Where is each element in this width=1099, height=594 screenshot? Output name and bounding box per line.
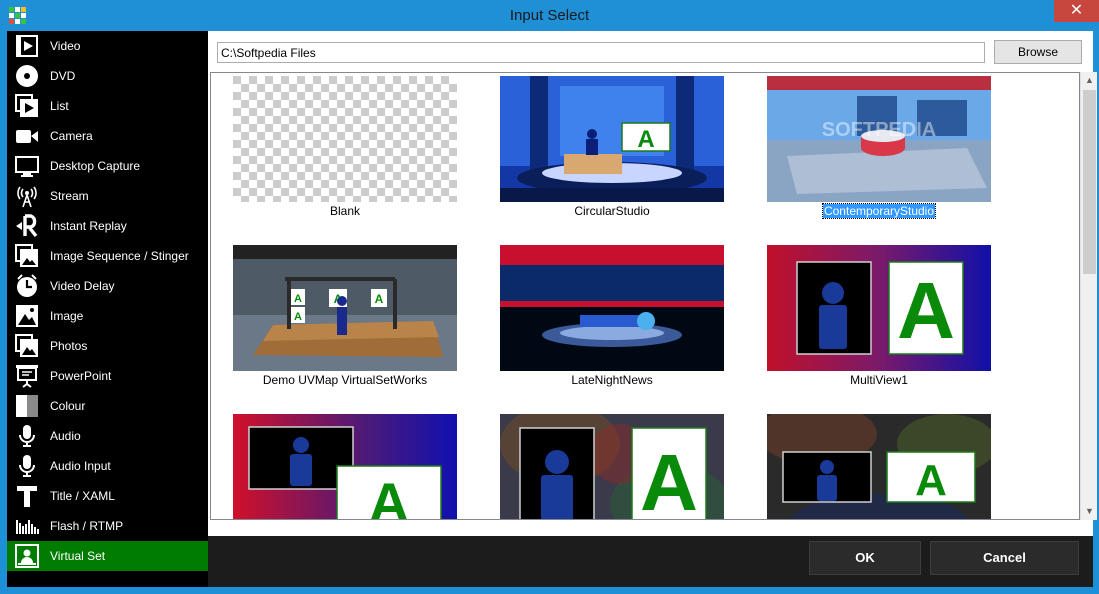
- thumbnail: [500, 245, 724, 371]
- sidebar-item-audio[interactable]: Audio: [7, 421, 208, 451]
- title-icon: [17, 486, 37, 507]
- sidebar-item-label: DVD: [50, 69, 76, 83]
- sidebar-item-video-delay[interactable]: Video Delay: [7, 271, 208, 301]
- sidebar-item-label: List: [50, 99, 69, 113]
- replay-icon: [16, 214, 38, 238]
- thumbnail: A: [767, 245, 991, 371]
- flash-icon: [16, 520, 39, 534]
- sidebar-item-label: Audio Input: [50, 459, 111, 473]
- svg-text:A: A: [294, 311, 302, 323]
- watermark-text: SOFTPEDIA: [822, 119, 936, 141]
- sidebar-item-image[interactable]: Image: [7, 301, 208, 331]
- thumbnail: [233, 76, 457, 202]
- scroll-up-icon[interactable]: ▲: [1081, 72, 1098, 89]
- sidebar-item-image-sequence[interactable]: Image Sequence / Stinger: [7, 241, 208, 271]
- scrollbar-thumb[interactable]: [1083, 90, 1096, 274]
- sidebar-item-list[interactable]: List: [7, 91, 208, 121]
- image-sequence-icon: [15, 244, 38, 267]
- virtual-set-icon: [15, 544, 39, 568]
- sidebar-item-label: PowerPoint: [50, 369, 112, 383]
- svg-text:A: A: [375, 292, 384, 306]
- ok-button[interactable]: OK: [809, 541, 921, 575]
- tile-caption: MultiView1: [850, 373, 908, 387]
- sidebar-item-video[interactable]: Video: [7, 31, 208, 61]
- microphone-icon: [19, 455, 35, 477]
- window-title: Input Select: [509, 7, 590, 24]
- path-input[interactable]: [217, 42, 985, 63]
- sidebar-item-photos[interactable]: Photos: [7, 331, 208, 361]
- sidebar-item-label: Audio: [50, 429, 81, 443]
- sidebar-item-label: Flash / RTMP: [50, 519, 124, 533]
- tile-caption: LateNightNews: [571, 373, 653, 387]
- cancel-button[interactable]: Cancel: [930, 541, 1079, 575]
- sidebar-item-audio-input[interactable]: Audio Input: [7, 451, 208, 481]
- sidebar-item-colour[interactable]: Colour: [7, 391, 208, 421]
- thumbnail: A: [500, 76, 724, 202]
- stream-icon: [17, 186, 37, 208]
- tile-caption: Demo UVMap VirtualSetWorks: [262, 373, 428, 387]
- browse-button[interactable]: Browse: [994, 40, 1082, 64]
- svg-text:A: A: [897, 266, 955, 355]
- thumbnail: A: [500, 414, 724, 520]
- main-panel: Browse Blank: [208, 31, 1097, 536]
- sidebar-item-label: Instant Replay: [50, 219, 127, 233]
- svg-text:A: A: [294, 293, 302, 305]
- thumbnail: A: [767, 414, 991, 519]
- sidebar-item-label: Stream: [50, 189, 89, 203]
- sidebar-item-powerpoint[interactable]: PowerPoint: [7, 361, 208, 391]
- clock-icon: [17, 274, 37, 297]
- camera-icon: [16, 130, 38, 143]
- scroll-down-icon[interactable]: ▼: [1081, 503, 1098, 520]
- powerpoint-icon: [16, 365, 38, 388]
- input-select-window: Input Select ✕ Video DVD List Camera Des…: [0, 0, 1099, 594]
- colour-icon: [16, 395, 38, 417]
- vertical-scrollbar[interactable]: ▲ ▼: [1080, 72, 1097, 520]
- desktop-icon: [15, 156, 39, 177]
- image-icon: [16, 305, 38, 327]
- svg-text:A: A: [369, 471, 409, 520]
- tile-caption: CircularStudio: [574, 204, 650, 218]
- thumbnail: A: [233, 414, 457, 520]
- tile-caption: ContemporaryStudio: [821, 203, 937, 219]
- sidebar-item-label: Photos: [50, 339, 88, 353]
- svg-text:A: A: [915, 456, 947, 505]
- virtual-set-grid: Blank A CircularStudio SOFTPEDIA Contemp…: [210, 72, 1080, 520]
- sidebar-item-label: Camera: [50, 129, 93, 143]
- dvd-icon: [16, 65, 38, 87]
- sidebar-item-label: Virtual Set: [50, 549, 106, 563]
- close-button[interactable]: ✕: [1054, 0, 1099, 22]
- dialog-footer: OK Cancel: [208, 536, 1093, 587]
- dialog-content: Video DVD List Camera Desktop Capture St…: [7, 31, 1097, 587]
- title-bar: Input Select ✕: [0, 0, 1099, 31]
- svg-text:A: A: [637, 126, 654, 153]
- microphone-icon: [19, 425, 35, 447]
- sidebar-item-stream[interactable]: Stream: [7, 181, 208, 211]
- list-icon: [15, 94, 38, 117]
- sidebar-item-label: Video Delay: [50, 279, 115, 293]
- thumbnail: A A A A: [233, 245, 457, 371]
- tile-caption: Blank: [329, 204, 361, 218]
- video-icon: [16, 35, 38, 57]
- sidebar-item-label: Desktop Capture: [50, 159, 141, 173]
- sidebar-item-title-xaml[interactable]: Title / XAML: [7, 481, 208, 511]
- sidebar-item-flash-rtmp[interactable]: Flash / RTMP: [7, 511, 208, 541]
- input-type-sidebar: Video DVD List Camera Desktop Capture St…: [7, 31, 208, 587]
- sidebar-item-label: Image: [50, 309, 84, 323]
- sidebar-item-camera[interactable]: Camera: [7, 121, 208, 151]
- sidebar-item-label: Title / XAML: [50, 489, 115, 503]
- svg-text:A: A: [640, 438, 698, 520]
- thumbnail: SOFTPEDIA: [767, 76, 991, 202]
- sidebar-item-dvd[interactable]: DVD: [7, 61, 208, 91]
- sidebar-item-label: Colour: [50, 399, 86, 413]
- sidebar-item-instant-replay[interactable]: Instant Replay: [7, 211, 208, 241]
- sidebar-item-label: Image Sequence / Stinger: [50, 249, 189, 263]
- sidebar-item-label: Video: [50, 39, 81, 53]
- sidebar-item-desktop-capture[interactable]: Desktop Capture: [7, 151, 208, 181]
- sidebar-item-virtual-set[interactable]: Virtual Set: [7, 541, 208, 571]
- photos-icon: [15, 334, 38, 357]
